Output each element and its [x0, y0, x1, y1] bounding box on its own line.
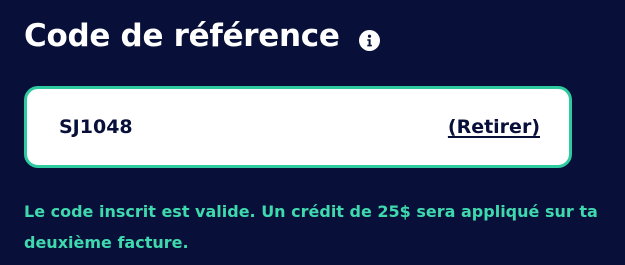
section-header: Code de référence [24, 14, 380, 58]
remove-code-link[interactable]: (Retirer) [448, 116, 540, 138]
validation-message: Le code inscrit est valide. Un crédit de… [24, 202, 598, 252]
section-title: Code de référence [24, 18, 340, 54]
referral-code-value: SJ1048 [59, 116, 133, 138]
referral-code-field: SJ1048 (Retirer) [24, 86, 572, 168]
info-icon[interactable] [358, 30, 380, 51]
